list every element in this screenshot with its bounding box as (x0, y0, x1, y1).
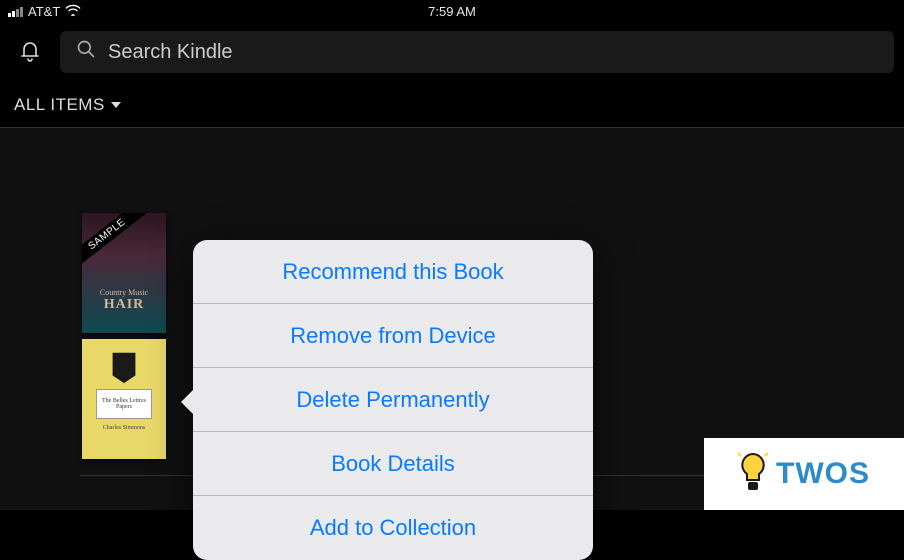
filter-label-text: ALL ITEMS (14, 95, 105, 115)
menu-book-details[interactable]: Book Details (193, 432, 593, 496)
signal-bars-icon (8, 5, 23, 17)
search-placeholder: Search Kindle (108, 41, 233, 64)
watermark: TWOS (704, 438, 904, 510)
book-title-line2: HAIR (82, 297, 166, 313)
search-icon (76, 39, 96, 65)
book-author: Charles Simmons (103, 425, 146, 431)
book-column: SAMPLE Country Music HAIR The Belles Let… (82, 213, 166, 459)
book-title: Country Music HAIR (82, 288, 166, 313)
menu-add-to-collection[interactable]: Add to Collection (193, 496, 593, 560)
top-bar: Search Kindle (0, 22, 904, 82)
filter-dropdown[interactable]: ALL ITEMS (14, 95, 121, 115)
book-cover[interactable]: SAMPLE Country Music HAIR (82, 213, 166, 333)
book-title-line1: Country Music (82, 288, 166, 297)
search-input[interactable]: Search Kindle (60, 31, 894, 73)
status-bar: AT&T 7:59 AM (0, 0, 904, 22)
menu-recommend-book[interactable]: Recommend this Book (193, 240, 593, 304)
status-left: AT&T (8, 4, 81, 19)
carrier-label: AT&T (28, 4, 60, 19)
book-cover-art-icon (105, 347, 143, 385)
status-time: 7:59 AM (428, 4, 476, 19)
watermark-text: TWOS (776, 457, 870, 491)
notifications-icon[interactable] (18, 38, 42, 67)
lightbulb-icon (738, 450, 768, 498)
filter-bar: ALL ITEMS (0, 82, 904, 128)
wifi-icon (65, 4, 81, 19)
book-title: The Belles Lettres Papers (96, 389, 152, 419)
sample-badge: SAMPLE (82, 213, 147, 268)
book-context-menu: Recommend this Book Remove from Device D… (193, 240, 593, 560)
chevron-down-icon (111, 102, 121, 108)
book-cover[interactable]: The Belles Lettres Papers Charles Simmon… (82, 339, 166, 459)
menu-delete-permanently[interactable]: Delete Permanently (193, 368, 593, 432)
menu-remove-from-device[interactable]: Remove from Device (193, 304, 593, 368)
